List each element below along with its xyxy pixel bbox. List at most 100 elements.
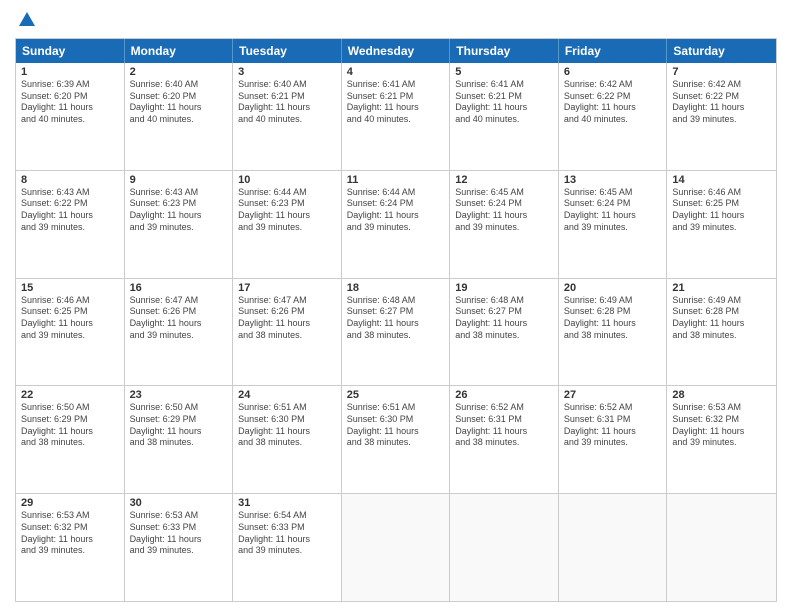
day-number: 10 (238, 174, 336, 186)
day-number: 30 (130, 497, 228, 509)
day-number: 12 (455, 174, 553, 186)
day-number: 22 (21, 389, 119, 401)
day-info: Sunrise: 6:52 AM Sunset: 6:31 PM Dayligh… (564, 402, 662, 449)
day-cell-13: 13Sunrise: 6:45 AM Sunset: 6:24 PM Dayli… (559, 171, 668, 278)
day-cell-20: 20Sunrise: 6:49 AM Sunset: 6:28 PM Dayli… (559, 279, 668, 386)
header-day-tuesday: Tuesday (233, 39, 342, 63)
day-cell-25: 25Sunrise: 6:51 AM Sunset: 6:30 PM Dayli… (342, 386, 451, 493)
day-info: Sunrise: 6:39 AM Sunset: 6:20 PM Dayligh… (21, 79, 119, 126)
day-number: 11 (347, 174, 445, 186)
day-number: 13 (564, 174, 662, 186)
header-day-wednesday: Wednesday (342, 39, 451, 63)
header (15, 10, 777, 30)
day-info: Sunrise: 6:44 AM Sunset: 6:23 PM Dayligh… (238, 187, 336, 234)
header-day-saturday: Saturday (667, 39, 776, 63)
day-info: Sunrise: 6:43 AM Sunset: 6:23 PM Dayligh… (130, 187, 228, 234)
day-cell-30: 30Sunrise: 6:53 AM Sunset: 6:33 PM Dayli… (125, 494, 234, 601)
empty-cell (450, 494, 559, 601)
day-info: Sunrise: 6:45 AM Sunset: 6:24 PM Dayligh… (455, 187, 553, 234)
day-number: 1 (21, 66, 119, 78)
day-info: Sunrise: 6:44 AM Sunset: 6:24 PM Dayligh… (347, 187, 445, 234)
header-day-friday: Friday (559, 39, 668, 63)
day-cell-9: 9Sunrise: 6:43 AM Sunset: 6:23 PM Daylig… (125, 171, 234, 278)
day-number: 20 (564, 282, 662, 294)
calendar-row-2: 8Sunrise: 6:43 AM Sunset: 6:22 PM Daylig… (16, 170, 776, 278)
day-cell-23: 23Sunrise: 6:50 AM Sunset: 6:29 PM Dayli… (125, 386, 234, 493)
day-cell-16: 16Sunrise: 6:47 AM Sunset: 6:26 PM Dayli… (125, 279, 234, 386)
day-number: 16 (130, 282, 228, 294)
day-cell-26: 26Sunrise: 6:52 AM Sunset: 6:31 PM Dayli… (450, 386, 559, 493)
logo (15, 10, 37, 30)
empty-cell (559, 494, 668, 601)
day-number: 2 (130, 66, 228, 78)
day-info: Sunrise: 6:53 AM Sunset: 6:32 PM Dayligh… (672, 402, 771, 449)
day-number: 8 (21, 174, 119, 186)
empty-cell (667, 494, 776, 601)
day-cell-14: 14Sunrise: 6:46 AM Sunset: 6:25 PM Dayli… (667, 171, 776, 278)
day-cell-3: 3Sunrise: 6:40 AM Sunset: 6:21 PM Daylig… (233, 63, 342, 170)
day-number: 4 (347, 66, 445, 78)
logo-icon (17, 10, 37, 30)
day-number: 15 (21, 282, 119, 294)
day-info: Sunrise: 6:50 AM Sunset: 6:29 PM Dayligh… (21, 402, 119, 449)
day-cell-12: 12Sunrise: 6:45 AM Sunset: 6:24 PM Dayli… (450, 171, 559, 278)
header-day-thursday: Thursday (450, 39, 559, 63)
day-info: Sunrise: 6:50 AM Sunset: 6:29 PM Dayligh… (130, 402, 228, 449)
calendar-body: 1Sunrise: 6:39 AM Sunset: 6:20 PM Daylig… (16, 63, 776, 601)
calendar-row-1: 1Sunrise: 6:39 AM Sunset: 6:20 PM Daylig… (16, 63, 776, 170)
day-info: Sunrise: 6:49 AM Sunset: 6:28 PM Dayligh… (564, 295, 662, 342)
day-cell-22: 22Sunrise: 6:50 AM Sunset: 6:29 PM Dayli… (16, 386, 125, 493)
day-cell-6: 6Sunrise: 6:42 AM Sunset: 6:22 PM Daylig… (559, 63, 668, 170)
day-info: Sunrise: 6:48 AM Sunset: 6:27 PM Dayligh… (347, 295, 445, 342)
day-cell-21: 21Sunrise: 6:49 AM Sunset: 6:28 PM Dayli… (667, 279, 776, 386)
day-info: Sunrise: 6:47 AM Sunset: 6:26 PM Dayligh… (238, 295, 336, 342)
day-number: 31 (238, 497, 336, 509)
day-info: Sunrise: 6:41 AM Sunset: 6:21 PM Dayligh… (347, 79, 445, 126)
day-cell-1: 1Sunrise: 6:39 AM Sunset: 6:20 PM Daylig… (16, 63, 125, 170)
calendar-row-5: 29Sunrise: 6:53 AM Sunset: 6:32 PM Dayli… (16, 493, 776, 601)
page: SundayMondayTuesdayWednesdayThursdayFrid… (0, 0, 792, 612)
day-cell-29: 29Sunrise: 6:53 AM Sunset: 6:32 PM Dayli… (16, 494, 125, 601)
day-number: 6 (564, 66, 662, 78)
day-info: Sunrise: 6:46 AM Sunset: 6:25 PM Dayligh… (672, 187, 771, 234)
calendar: SundayMondayTuesdayWednesdayThursdayFrid… (15, 38, 777, 602)
calendar-header: SundayMondayTuesdayWednesdayThursdayFrid… (16, 39, 776, 63)
day-number: 19 (455, 282, 553, 294)
day-number: 21 (672, 282, 771, 294)
day-info: Sunrise: 6:52 AM Sunset: 6:31 PM Dayligh… (455, 402, 553, 449)
day-cell-19: 19Sunrise: 6:48 AM Sunset: 6:27 PM Dayli… (450, 279, 559, 386)
day-number: 24 (238, 389, 336, 401)
day-info: Sunrise: 6:45 AM Sunset: 6:24 PM Dayligh… (564, 187, 662, 234)
day-info: Sunrise: 6:49 AM Sunset: 6:28 PM Dayligh… (672, 295, 771, 342)
day-number: 17 (238, 282, 336, 294)
day-number: 29 (21, 497, 119, 509)
day-info: Sunrise: 6:51 AM Sunset: 6:30 PM Dayligh… (238, 402, 336, 449)
day-cell-8: 8Sunrise: 6:43 AM Sunset: 6:22 PM Daylig… (16, 171, 125, 278)
day-number: 26 (455, 389, 553, 401)
day-number: 18 (347, 282, 445, 294)
day-cell-24: 24Sunrise: 6:51 AM Sunset: 6:30 PM Dayli… (233, 386, 342, 493)
day-number: 14 (672, 174, 771, 186)
day-info: Sunrise: 6:51 AM Sunset: 6:30 PM Dayligh… (347, 402, 445, 449)
day-info: Sunrise: 6:43 AM Sunset: 6:22 PM Dayligh… (21, 187, 119, 234)
day-cell-10: 10Sunrise: 6:44 AM Sunset: 6:23 PM Dayli… (233, 171, 342, 278)
day-info: Sunrise: 6:41 AM Sunset: 6:21 PM Dayligh… (455, 79, 553, 126)
day-number: 23 (130, 389, 228, 401)
day-cell-15: 15Sunrise: 6:46 AM Sunset: 6:25 PM Dayli… (16, 279, 125, 386)
day-number: 9 (130, 174, 228, 186)
day-info: Sunrise: 6:47 AM Sunset: 6:26 PM Dayligh… (130, 295, 228, 342)
day-cell-27: 27Sunrise: 6:52 AM Sunset: 6:31 PM Dayli… (559, 386, 668, 493)
day-info: Sunrise: 6:54 AM Sunset: 6:33 PM Dayligh… (238, 510, 336, 557)
day-cell-28: 28Sunrise: 6:53 AM Sunset: 6:32 PM Dayli… (667, 386, 776, 493)
day-cell-5: 5Sunrise: 6:41 AM Sunset: 6:21 PM Daylig… (450, 63, 559, 170)
empty-cell (342, 494, 451, 601)
day-number: 27 (564, 389, 662, 401)
day-info: Sunrise: 6:40 AM Sunset: 6:21 PM Dayligh… (238, 79, 336, 126)
calendar-row-3: 15Sunrise: 6:46 AM Sunset: 6:25 PM Dayli… (16, 278, 776, 386)
day-number: 28 (672, 389, 771, 401)
day-info: Sunrise: 6:53 AM Sunset: 6:32 PM Dayligh… (21, 510, 119, 557)
day-number: 7 (672, 66, 771, 78)
header-day-monday: Monday (125, 39, 234, 63)
day-info: Sunrise: 6:42 AM Sunset: 6:22 PM Dayligh… (564, 79, 662, 126)
header-day-sunday: Sunday (16, 39, 125, 63)
